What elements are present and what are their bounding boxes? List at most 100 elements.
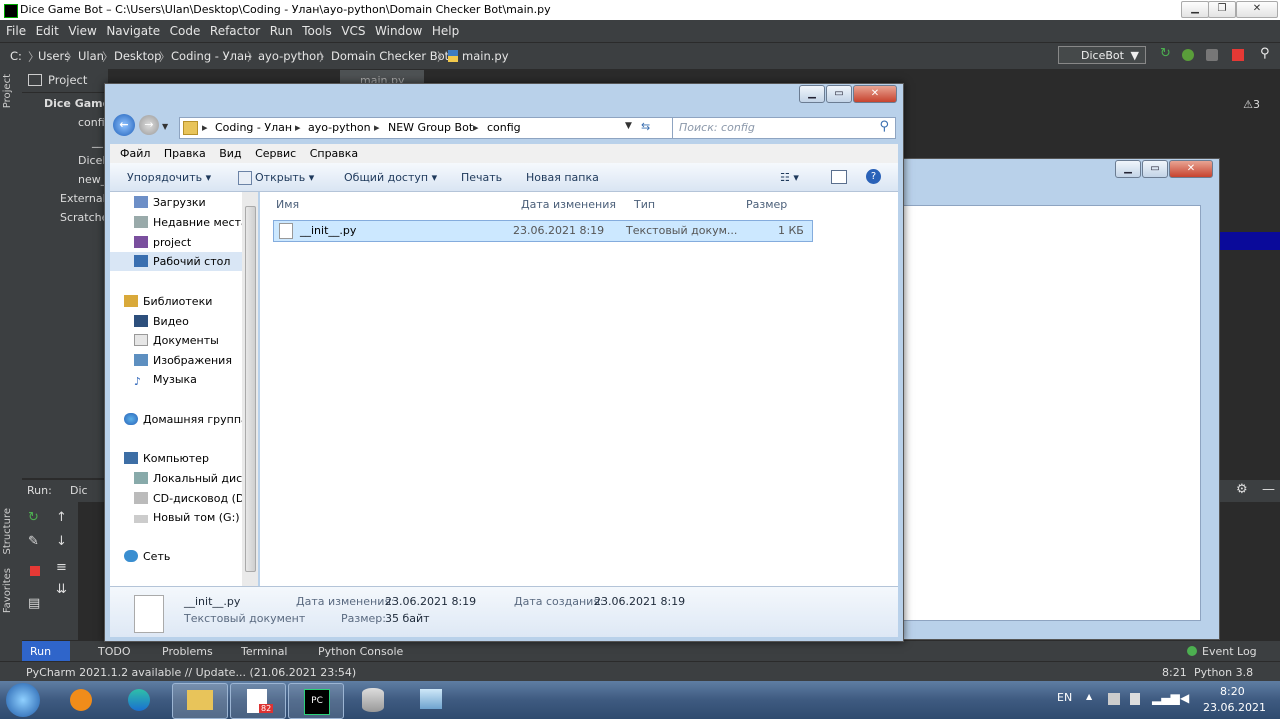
warning-indicator[interactable]: ⚠3 bbox=[1243, 98, 1260, 111]
menu-view[interactable]: Вид bbox=[219, 147, 241, 160]
share-button[interactable]: Общий доступ ▾ bbox=[344, 171, 437, 184]
address-crumb-ayo-python[interactable]: ayo-python bbox=[308, 121, 371, 134]
column-size[interactable]: Размер bbox=[746, 198, 787, 211]
run-config-select[interactable]: DiceBot ▼ bbox=[1058, 46, 1146, 64]
stop-icon[interactable] bbox=[30, 566, 40, 576]
stop-icon[interactable] bbox=[1232, 49, 1244, 61]
tab-python-console[interactable]: Python Console bbox=[318, 645, 403, 658]
breadcrumb-ayo-python[interactable]: ayo-python bbox=[258, 49, 323, 63]
view-options-icon[interactable]: ☷ ▾ bbox=[780, 171, 799, 184]
nav-images[interactable]: Изображения bbox=[134, 354, 232, 367]
breadcrumb-desktop[interactable]: Desktop bbox=[114, 49, 161, 63]
gear-icon[interactable]: ⚙ bbox=[1236, 482, 1248, 497]
table-row[interactable]: __init__.py 23.06.2021 8:19 Текстовый до… bbox=[273, 220, 813, 242]
tab-problems[interactable]: Problems bbox=[162, 645, 213, 658]
forward-arrow-icon[interactable]: → bbox=[139, 115, 159, 135]
open-button[interactable]: Открыть ▾ bbox=[255, 171, 314, 184]
menu-tools[interactable]: Сервис bbox=[255, 147, 296, 160]
column-name[interactable]: Имя bbox=[276, 198, 299, 211]
nav-desktop[interactable]: Рабочий стол bbox=[134, 255, 230, 268]
maximize-button[interactable]: ❐ bbox=[1208, 1, 1236, 18]
explorer-taskbar-icon[interactable] bbox=[172, 683, 228, 719]
rerun-icon[interactable]: ↻ bbox=[1160, 46, 1172, 61]
menu-edit[interactable]: Edit bbox=[36, 24, 59, 38]
arrow-up-icon[interactable]: ↑ bbox=[56, 510, 67, 525]
column-modified[interactable]: Дата изменения bbox=[521, 198, 616, 211]
tab-favorites-vertical[interactable]: Favorites bbox=[2, 568, 13, 613]
breadcrumb-ulan[interactable]: Ulan bbox=[78, 49, 104, 63]
media-player-icon[interactable] bbox=[54, 683, 108, 717]
language-indicator[interactable]: EN bbox=[1057, 691, 1072, 704]
preview-pane-icon[interactable] bbox=[831, 170, 847, 184]
wrench-icon[interactable]: ✎ bbox=[28, 534, 39, 549]
nav-downloads[interactable]: Загрузки bbox=[134, 196, 206, 209]
pycharm-taskbar-icon[interactable]: PC bbox=[288, 683, 344, 719]
nav-new-volume[interactable]: Новый том (G:) bbox=[134, 511, 240, 524]
minimize-button[interactable]: ▁ bbox=[1115, 160, 1141, 178]
breadcrumb-coding[interactable]: Coding - Улан bbox=[171, 49, 252, 63]
scroll-end-icon[interactable]: ⇊ bbox=[56, 582, 67, 597]
search-icon[interactable]: ⚲ bbox=[1260, 46, 1272, 61]
tree-root[interactable]: Dice Game bbox=[44, 97, 110, 110]
network-tray-icon[interactable] bbox=[1108, 693, 1120, 705]
tree-external-libraries[interactable]: External bbox=[60, 192, 106, 205]
status-message[interactable]: PyCharm 2021.1.2 available // Update... … bbox=[26, 666, 356, 679]
address-dropdown-icon[interactable]: ▼ bbox=[625, 121, 632, 131]
menu-vcs[interactable]: VCS bbox=[341, 24, 365, 38]
menu-run[interactable]: Run bbox=[270, 24, 293, 38]
nav-local-disk[interactable]: Локальный диск bbox=[134, 472, 249, 485]
tab-run[interactable]: Run bbox=[22, 641, 70, 661]
breadcrumb-drive[interactable]: C: bbox=[10, 49, 22, 63]
close-button[interactable]: ✕ bbox=[853, 85, 897, 103]
menu-code[interactable]: Code bbox=[170, 24, 201, 38]
back-arrow-icon[interactable]: ← bbox=[113, 114, 135, 136]
tree-scratches[interactable]: Scratche bbox=[60, 211, 108, 224]
coverage-icon[interactable] bbox=[1206, 49, 1218, 61]
menu-file[interactable]: Файл bbox=[120, 147, 150, 160]
tab-todo[interactable]: TODO bbox=[98, 645, 131, 658]
nav-computer[interactable]: Компьютер bbox=[124, 452, 209, 465]
minimize-button[interactable]: ▁ bbox=[1181, 1, 1209, 18]
print-button[interactable]: Печать bbox=[461, 171, 502, 184]
address-crumb-config[interactable]: config bbox=[487, 121, 521, 134]
interpreter[interactable]: Python 3.8 bbox=[1194, 666, 1253, 679]
event-log[interactable]: Event Log bbox=[1202, 645, 1257, 658]
help-icon[interactable]: ? bbox=[866, 169, 881, 184]
menu-file[interactable]: File bbox=[6, 24, 26, 38]
run-tab[interactable]: Dic bbox=[70, 484, 88, 497]
arrow-down-icon[interactable]: ↓ bbox=[56, 534, 67, 549]
nav-project[interactable]: project bbox=[134, 236, 191, 249]
volume-tray-icon[interactable]: ◀ bbox=[1180, 691, 1189, 705]
breadcrumb-domain-checker[interactable]: Domain Checker Bot bbox=[331, 49, 449, 63]
clock-time[interactable]: 8:20 bbox=[1220, 685, 1245, 698]
nav-video[interactable]: Видео bbox=[134, 315, 189, 328]
maximize-button[interactable]: ▭ bbox=[826, 85, 852, 103]
database-icon[interactable] bbox=[346, 683, 400, 717]
minimize-button[interactable]: ▁ bbox=[799, 85, 825, 103]
device-tray-icon[interactable] bbox=[1130, 693, 1140, 705]
nav-libraries[interactable]: Библиотеки bbox=[124, 295, 212, 308]
start-button[interactable] bbox=[6, 683, 40, 717]
menu-edit[interactable]: Правка bbox=[164, 147, 206, 160]
menu-navigate[interactable]: Navigate bbox=[106, 24, 160, 38]
tab-terminal[interactable]: Terminal bbox=[241, 645, 288, 658]
nav-documents[interactable]: Документы bbox=[134, 334, 219, 347]
soft-wrap-icon[interactable]: ≡ bbox=[56, 560, 67, 575]
breadcrumb-file[interactable]: main.py bbox=[462, 49, 509, 63]
nav-homegroup[interactable]: Домашняя группа bbox=[124, 413, 248, 426]
minimize-panel-icon[interactable]: — bbox=[1262, 482, 1275, 497]
new-folder-button[interactable]: Новая папка bbox=[526, 171, 599, 184]
history-dropdown-icon[interactable]: ▼ bbox=[162, 122, 168, 131]
nav-scrollbar[interactable] bbox=[242, 192, 258, 586]
menu-view[interactable]: View bbox=[68, 24, 96, 38]
signal-tray-icon[interactable]: ▂▄▆ bbox=[1152, 691, 1180, 705]
maximize-button[interactable]: ▭ bbox=[1142, 160, 1168, 178]
close-button[interactable]: ✕ bbox=[1236, 1, 1278, 18]
clock-date[interactable]: 23.06.2021 bbox=[1203, 701, 1266, 714]
tray-expand-icon[interactable]: ▲ bbox=[1086, 692, 1092, 701]
app-window-icon[interactable] bbox=[404, 683, 458, 717]
cursor-position[interactable]: 8:21 bbox=[1162, 666, 1187, 679]
rerun-icon[interactable]: ↻ bbox=[28, 510, 39, 525]
nav-scrollbar-thumb[interactable] bbox=[245, 206, 256, 572]
nav-network[interactable]: Сеть bbox=[124, 550, 170, 563]
